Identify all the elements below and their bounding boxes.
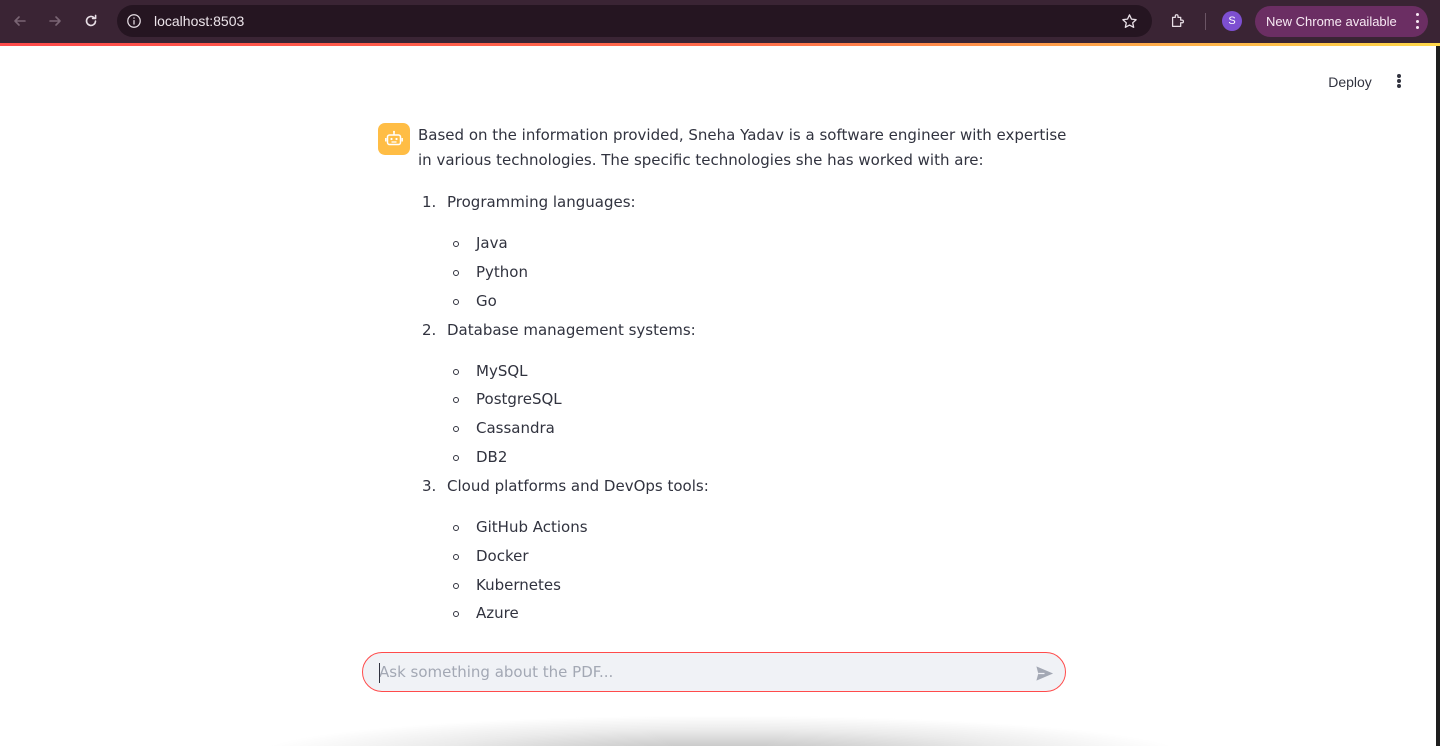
bullet-icon <box>453 524 459 531</box>
list-item: DB2 <box>453 445 1068 470</box>
list-item: Go <box>453 289 1068 314</box>
list-item: PostgreSQL <box>453 387 1068 412</box>
list-item-text: Python <box>476 262 528 281</box>
list-item-text: Go <box>476 291 497 310</box>
send-button[interactable] <box>1033 662 1055 684</box>
back-arrow-icon <box>14 16 26 26</box>
assistant-avatar <box>378 123 410 155</box>
list-item-text: Cassandra <box>476 419 555 438</box>
bullet-icon <box>453 454 459 461</box>
section-title: Programming languages: <box>447 193 636 211</box>
bullet-icon <box>453 241 459 247</box>
list-item: 1. Programming languages: <box>418 190 1068 215</box>
list-item-text: Docker <box>476 546 529 565</box>
text-caret <box>379 663 380 683</box>
header-decoration <box>0 43 1440 46</box>
assistant-message: Based on the information provided, Sneha… <box>418 123 1068 630</box>
address-bar[interactable]: localhost:8503 <box>117 5 1152 37</box>
sub-list: GitHub Actions Docker Kubernetes Azure <box>453 515 1068 626</box>
bullet-icon <box>453 397 459 404</box>
sub-list: MySQL PostgreSQL Cassandra DB2 <box>453 359 1068 470</box>
bullet-icon <box>453 582 459 589</box>
section-title: Database management systems: <box>447 320 696 339</box>
list-item-text: PostgreSQL <box>476 390 562 409</box>
list-number: 3. <box>422 476 437 495</box>
list-item: MySQL <box>453 359 1068 384</box>
extensions-icon[interactable] <box>1168 11 1188 31</box>
url-text: localhost:8503 <box>154 13 245 29</box>
bookmark-star-icon[interactable] <box>1120 12 1138 30</box>
list-item: Java <box>453 231 1068 256</box>
browser-toolbar: localhost:8503 S New Chrome available <box>0 0 1440 43</box>
list-item: Kubernetes <box>453 573 1068 598</box>
bullet-icon <box>453 368 459 375</box>
list-item: Azure <box>453 601 1068 626</box>
list-item-text: Azure <box>476 604 519 623</box>
update-label: New Chrome available <box>1266 14 1397 29</box>
section-title: Cloud platforms and DevOps tools: <box>447 476 709 495</box>
send-icon <box>1035 665 1053 681</box>
sub-list: Java Python Go <box>453 231 1068 314</box>
bullet-icon <box>453 426 459 433</box>
chrome-update-button[interactable]: New Chrome available <box>1255 6 1428 37</box>
deploy-button[interactable]: Deploy <box>1318 68 1382 96</box>
bottom-fade <box>250 715 1190 746</box>
list-item: Python <box>453 260 1068 285</box>
reload-button[interactable] <box>79 10 103 32</box>
profile-avatar[interactable]: S <box>1222 11 1242 31</box>
forward-arrow-icon <box>49 16 61 26</box>
reload-icon <box>85 14 97 27</box>
list-item-text: GitHub Actions <box>476 517 588 536</box>
back-button[interactable] <box>8 10 32 32</box>
list-item-text: Kubernetes <box>476 575 561 594</box>
robot-icon <box>385 130 403 146</box>
bullet-icon <box>453 611 459 618</box>
window-edge <box>1436 46 1440 746</box>
list-item: 3. Cloud platforms and DevOps tools: <box>418 474 1068 499</box>
list-item-text: MySQL <box>476 361 528 380</box>
list-item: GitHub Actions <box>453 515 1068 540</box>
toolbar-divider <box>1205 13 1206 30</box>
list-item-text: Java <box>476 234 508 252</box>
chat-input-container <box>362 652 1066 692</box>
list-item-text: DB2 <box>476 447 508 466</box>
list-item: Docker <box>453 544 1068 569</box>
site-info-icon[interactable] <box>125 12 143 30</box>
forward-button[interactable] <box>43 10 67 32</box>
chrome-menu-icon[interactable] <box>1415 13 1419 29</box>
chat-input[interactable] <box>379 653 1019 691</box>
bullet-icon <box>453 298 459 305</box>
bullet-icon <box>453 553 459 560</box>
list-item: 2. Database management systems: <box>418 318 1068 343</box>
bullet-icon <box>453 269 459 276</box>
list-number: 2. <box>422 320 437 339</box>
list-number: 1. <box>422 193 437 211</box>
main-menu-icon[interactable] <box>1390 70 1408 92</box>
list-item: Cassandra <box>453 416 1068 441</box>
message-intro: Based on the information provided, Sneha… <box>418 126 1067 169</box>
